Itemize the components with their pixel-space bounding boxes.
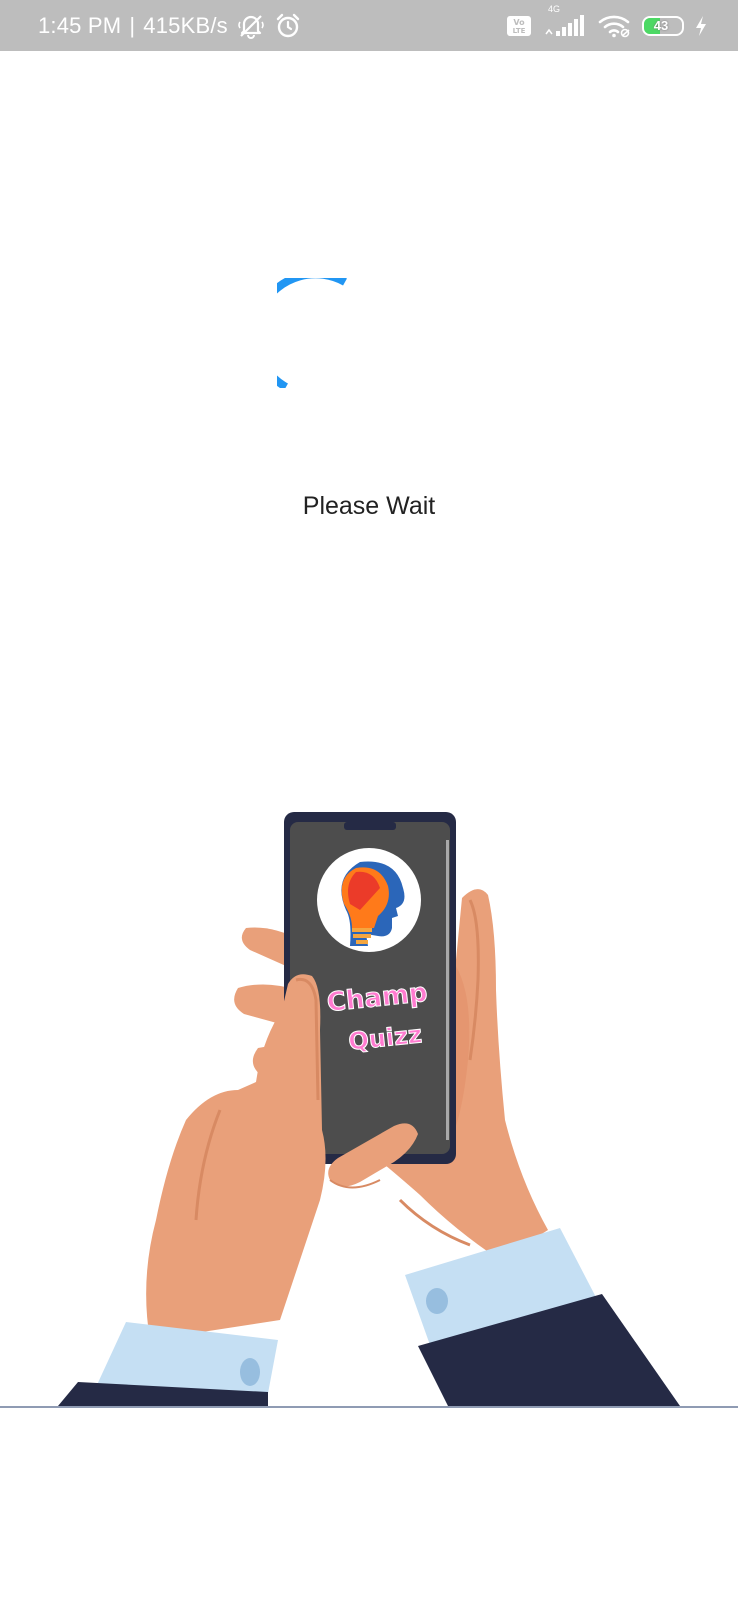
status-separator: | xyxy=(129,12,136,38)
battery-icon: 43 xyxy=(642,15,684,36)
mute-icon xyxy=(236,13,266,39)
network-speed: 415KB/s xyxy=(143,12,228,38)
wifi-icon xyxy=(598,13,632,39)
svg-text:Vo: Vo xyxy=(513,18,525,27)
battery-level: 43 xyxy=(653,18,669,33)
status-left: 1:45 PM | 415KB/s xyxy=(38,0,302,51)
left-sleeve xyxy=(58,1322,278,1406)
right-sleeve xyxy=(405,1228,680,1406)
status-right: Vo LTE 4G 43 xyxy=(506,0,708,51)
hands-phone-illustration: Champ Quizz xyxy=(58,812,680,1406)
status-time: 1:45 PM xyxy=(38,12,122,38)
splash-screen: 1:45 PM | 415KB/s Vo LTE 4G 43 Please Wa… xyxy=(0,0,738,1600)
network-type: 4G xyxy=(548,3,561,14)
volte-icon: Vo LTE xyxy=(506,15,532,37)
signal-icon: 4G xyxy=(542,4,588,38)
status-bar: 1:45 PM | 415KB/s Vo LTE 4G 43 xyxy=(0,0,738,51)
alarm-icon xyxy=(274,12,302,40)
left-hand xyxy=(146,974,326,1340)
please-wait-text: Please Wait xyxy=(302,492,436,520)
svg-text:LTE: LTE xyxy=(513,27,526,35)
ground-line xyxy=(0,1406,738,1408)
loading-spinner xyxy=(277,278,347,388)
charging-icon xyxy=(694,15,708,37)
